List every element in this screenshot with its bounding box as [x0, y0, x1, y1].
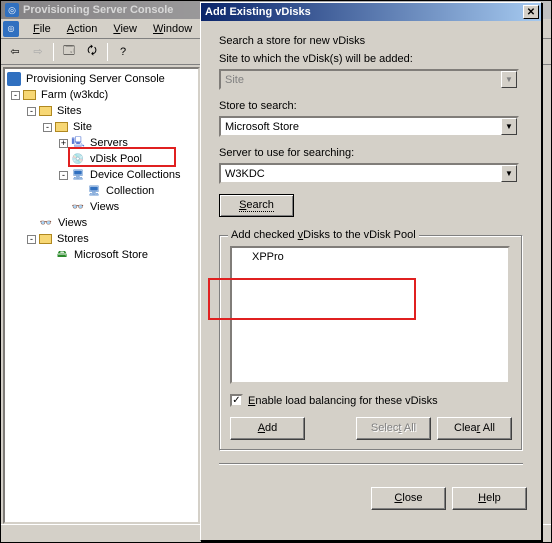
tree-servers-label: Servers [88, 137, 130, 149]
close-button[interactable]: Close [371, 487, 446, 510]
tree-views-inner[interactable]: 👓 Views [7, 199, 196, 215]
tree-collection-label: Collection [104, 185, 156, 197]
tree-msstore[interactable]: 🖴 Microsoft Store [7, 247, 196, 263]
folder-icon [39, 106, 52, 116]
tree-devicecoll[interactable]: - 🖥 Device Collections [7, 167, 196, 183]
select-all-button: Select All [356, 417, 431, 440]
tree-msstore-label: Microsoft Store [72, 249, 150, 261]
tree-sites[interactable]: - Sites [7, 103, 196, 119]
menu-window[interactable]: Window [145, 21, 200, 37]
vdisk-icon: 💿 [71, 153, 85, 165]
tree-stores-label: Stores [55, 233, 91, 245]
folder-icon [23, 90, 36, 100]
collection-icon: 🖥 [87, 185, 101, 197]
views-icon: 👓 [71, 201, 85, 213]
enable-lb-label: Enable load balancing for these vDisks [248, 395, 438, 407]
toolbar-btn1-icon[interactable]: 🗔 [59, 42, 79, 62]
toolbar-refresh-icon[interactable]: 🗘 [82, 42, 102, 62]
store-label: Store to search: [219, 100, 523, 112]
tree-root-label: Provisioning Server Console [24, 73, 167, 85]
folder-icon [55, 122, 68, 132]
tree-root[interactable]: Provisioning Server Console [7, 71, 196, 87]
site-combo: Site ▼ [219, 69, 519, 90]
tree-pane[interactable]: Provisioning Server Console - Farm (w3kd… [3, 67, 200, 524]
menu-view[interactable]: View [105, 21, 145, 37]
toolbar-help-icon[interactable]: ? [113, 42, 133, 62]
close-icon[interactable]: ✕ [523, 5, 539, 19]
toolbar-back-icon[interactable]: ⇦ [5, 42, 25, 62]
tree-vdiskpool-label: vDisk Pool [88, 153, 144, 165]
site-label: Site to which the vDisk(s) will be added… [219, 53, 523, 65]
twisty-icon[interactable]: - [43, 123, 52, 132]
tree-servers[interactable]: + 🖳 Servers [7, 135, 196, 151]
help-button[interactable]: Help [452, 487, 527, 510]
toolbar-separator [53, 43, 54, 61]
list-item[interactable]: XPPro [234, 250, 506, 264]
tree-farm[interactable]: - Farm (w3kdc) [7, 87, 196, 103]
clear-all-button[interactable]: Clear All [437, 417, 512, 440]
store-combo-value: Microsoft Store [221, 121, 501, 133]
tree-sites-label: Sites [55, 105, 83, 117]
toolbar-forward-icon: ⇨ [28, 42, 48, 62]
twisty-icon[interactable]: - [59, 171, 68, 180]
tree-views[interactable]: 👓 Views [7, 215, 196, 231]
search-button[interactable]: Search [219, 194, 294, 217]
tree-farm-label: Farm (w3kdc) [39, 89, 110, 101]
server-label: Server to use for searching: [219, 147, 523, 159]
enable-lb-row[interactable]: ✓ Enable load balancing for these vDisks [230, 394, 512, 407]
tree-site[interactable]: - Site [7, 119, 196, 135]
server-combo-value: W3KDC [221, 168, 501, 180]
dialog-title: Add Existing vDisks [205, 6, 523, 18]
chevron-down-icon[interactable]: ▼ [501, 118, 517, 135]
servers-icon: 🖳 [71, 137, 85, 149]
store-combo[interactable]: Microsoft Store ▼ [219, 116, 519, 137]
tree-stores[interactable]: - Stores [7, 231, 196, 247]
console-icon [7, 72, 21, 86]
system-menu-icon[interactable]: ◎ [3, 21, 19, 37]
site-combo-value: Site [221, 74, 501, 86]
separator [219, 463, 523, 465]
vdisk-listbox[interactable]: XPPro [230, 246, 510, 384]
twisty-icon[interactable]: - [27, 235, 36, 244]
views-icon: 👓 [39, 217, 53, 229]
chevron-down-icon: ▼ [501, 71, 517, 88]
folder-icon [39, 234, 52, 244]
tree-site-label: Site [71, 121, 94, 133]
add-button[interactable]: Add [230, 417, 305, 440]
server-combo[interactable]: W3KDC ▼ [219, 163, 519, 184]
collections-icon: 🖥 [71, 169, 85, 181]
dialog-intro: Search a store for new vDisks [219, 35, 523, 47]
groupbox-label: Add checked vDisks to the vDisk Pool [228, 229, 419, 241]
tree-views-inner-label: Views [88, 201, 121, 213]
app-icon: ◎ [5, 3, 19, 17]
app-title: Provisioning Server Console [23, 4, 173, 16]
dialog-titlebar[interactable]: Add Existing vDisks ✕ [201, 3, 541, 21]
checkbox-checked-icon[interactable]: ✓ [230, 394, 243, 407]
twisty-icon[interactable]: - [27, 107, 36, 116]
chevron-down-icon[interactable]: ▼ [501, 165, 517, 182]
tree-views-label: Views [56, 217, 89, 229]
menu-action[interactable]: Action [59, 21, 106, 37]
tree-devicecoll-label: Device Collections [88, 169, 182, 181]
menu-file[interactable]: File [25, 21, 59, 37]
tree-vdiskpool[interactable]: 💿 vDisk Pool [7, 151, 196, 167]
vdisk-groupbox: Add checked vDisks to the vDisk Pool XPP… [219, 235, 523, 451]
twisty-icon[interactable]: + [59, 139, 68, 148]
tree-collection[interactable]: 🖥 Collection [7, 183, 196, 199]
toolbar-separator [107, 43, 108, 61]
add-vdisks-dialog: Add Existing vDisks ✕ Search a store for… [200, 2, 542, 541]
twisty-icon[interactable]: - [11, 91, 20, 100]
store-icon: 🖴 [55, 249, 69, 261]
